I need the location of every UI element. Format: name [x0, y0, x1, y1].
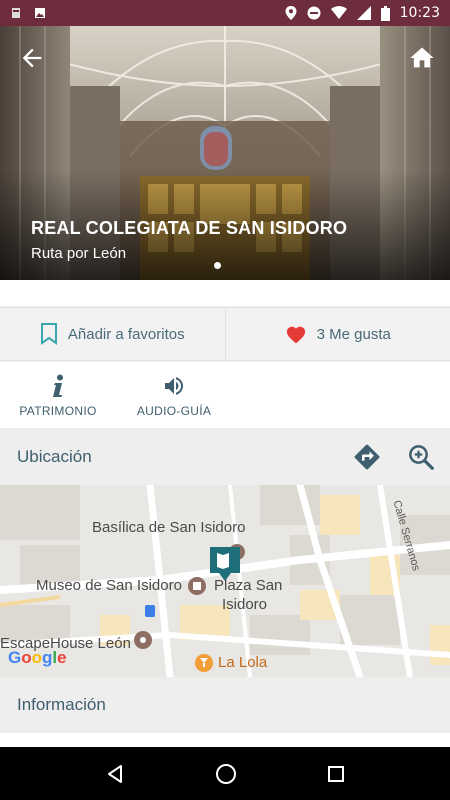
tab-patrimonio-label: PATRIMONIO — [19, 404, 97, 418]
information-title: Información — [17, 695, 106, 714]
tab-audio-guia[interactable]: AUDIO-GUÍA — [116, 362, 232, 428]
directions-icon[interactable] — [352, 442, 382, 472]
location-icon — [285, 6, 297, 20]
content-area — [0, 733, 450, 747]
wifi-icon — [330, 6, 347, 20]
zoom-in-icon[interactable] — [406, 442, 436, 472]
place-title: REAL COLEGIATA DE SAN ISIDORO — [31, 218, 348, 238]
add-favorites-button[interactable]: Añadir a favoritos — [0, 308, 225, 360]
info-icon — [53, 374, 63, 397]
bookmark-icon — [40, 323, 57, 345]
map-label-basilica: Basílica de San Isidoro — [92, 519, 246, 536]
tab-patrimonio[interactable]: PATRIMONIO — [0, 362, 116, 428]
recents-square-icon[interactable] — [327, 765, 345, 783]
image-notification-icon — [35, 8, 45, 18]
speaker-icon — [165, 377, 183, 395]
map-label-plaza-1: Plaza San — [214, 577, 283, 594]
google-logo: Google — [8, 648, 67, 667]
action-bar: Añadir a favoritos 3 Me gusta — [0, 307, 450, 361]
signal-icon — [356, 6, 371, 20]
do-not-disturb-icon — [307, 6, 321, 20]
likes-label: 3 Me gusta — [316, 325, 391, 343]
notification-app-icon — [12, 8, 20, 18]
carousel-indicator — [214, 262, 221, 269]
battery-icon — [380, 5, 390, 21]
like-button[interactable]: 3 Me gusta — [224, 308, 450, 360]
screen: 10:23 REAL COLEGIATA DE SAN ISIDORO Ruta… — [0, 0, 450, 800]
location-map[interactable]: Basílica de San Isidoro Museo de San Isi… — [0, 485, 450, 677]
location-header: Ubicación — [0, 429, 450, 485]
spacer — [0, 280, 450, 306]
information-header[interactable]: Información — [0, 677, 450, 733]
map-label-museo: Museo de San Isidoro — [36, 577, 182, 594]
back-arrow-icon[interactable] — [18, 44, 46, 72]
home-icon[interactable] — [408, 44, 436, 72]
status-bar: 10:23 — [0, 0, 450, 26]
status-time: 10:23 — [399, 5, 440, 21]
content-tabs: PATRIMONIO AUDIO-GUÍA — [0, 362, 450, 428]
route-subtitle: Ruta por León — [31, 245, 127, 262]
heart-icon — [286, 326, 305, 344]
hero-image[interactable]: REAL COLEGIATA DE SAN ISIDORO Ruta por L… — [0, 26, 450, 280]
location-title: Ubicación — [17, 447, 92, 466]
back-triangle-icon[interactable] — [105, 764, 125, 784]
tab-audio-guia-label: AUDIO-GUÍA — [136, 404, 212, 418]
map-label-lola: La Lola — [218, 654, 268, 671]
add-favorites-label: Añadir a favoritos — [67, 325, 185, 343]
home-circle-icon[interactable] — [215, 763, 237, 785]
map-label-plaza-2: Isidoro — [222, 596, 268, 613]
system-nav-bar — [0, 747, 450, 800]
